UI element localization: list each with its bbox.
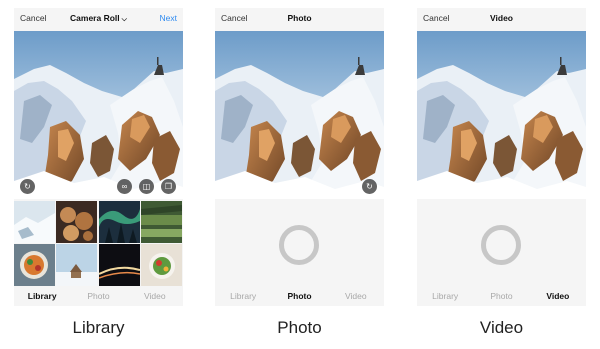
thumbnail-food-bowl[interactable] xyxy=(14,244,55,286)
thumbnail-aurora-night[interactable] xyxy=(98,201,140,243)
video-screen: Cancel Video Library Photo Video xyxy=(417,8,586,306)
mode-tabs: Library Photo Video xyxy=(215,288,384,306)
photo-screen: Cancel Photo ↻ Library Photo Video xyxy=(215,8,384,306)
record-button[interactable] xyxy=(481,225,521,265)
capture-area xyxy=(215,199,384,287)
mode-tabs: Library Photo Video xyxy=(14,288,183,306)
rotate-icon[interactable]: ↻ xyxy=(20,179,35,194)
camera-viewfinder: ↻ xyxy=(215,31,384,199)
tab-library[interactable]: Library xyxy=(417,288,473,306)
caption-photo: Photo xyxy=(277,318,322,337)
tab-photo[interactable]: Photo xyxy=(70,288,126,306)
mountain-photo xyxy=(417,31,586,199)
chevron-down-icon: ⌵ xyxy=(121,16,127,23)
tab-library[interactable]: Library xyxy=(14,288,70,306)
thumbnail-light-trails[interactable] xyxy=(98,244,140,286)
caption-video: Video xyxy=(479,318,524,337)
capture-area xyxy=(417,199,586,287)
photo-grid xyxy=(14,201,183,287)
thumbnail-snowy-landscape[interactable] xyxy=(14,201,55,243)
tab-library[interactable]: Library xyxy=(215,288,271,306)
caption-library: Library xyxy=(72,318,125,337)
top-bar: Cancel Video xyxy=(417,8,586,30)
tab-video[interactable]: Video xyxy=(530,288,586,306)
album-selector[interactable]: Camera Roll ⌵ xyxy=(14,13,183,24)
top-bar: Cancel Camera Roll ⌵ Next xyxy=(14,8,183,30)
thumbnail-cookies[interactable] xyxy=(56,201,98,243)
thumbnail-winter-hut[interactable] xyxy=(56,244,98,286)
mountain-photo xyxy=(14,31,183,199)
next-button[interactable]: Next xyxy=(160,13,177,23)
mountain-photo xyxy=(215,31,384,199)
album-title: Camera Roll xyxy=(70,13,120,23)
tab-video[interactable]: Video xyxy=(127,288,183,306)
screen-title: Photo xyxy=(287,13,312,23)
infinity-icon[interactable]: ∞ xyxy=(117,179,132,194)
shutter-button[interactable] xyxy=(279,225,319,265)
multi-select-icon[interactable]: ❐ xyxy=(161,179,176,194)
tab-photo[interactable]: Photo xyxy=(271,288,327,306)
thumbnail-green-field[interactable] xyxy=(140,201,182,243)
screen-title: Video xyxy=(490,13,513,23)
tab-video[interactable]: Video xyxy=(328,288,384,306)
camera-viewfinder xyxy=(417,31,586,199)
mode-tabs: Library Photo Video xyxy=(417,288,586,306)
top-bar: Cancel Photo xyxy=(215,8,384,30)
flip-camera-icon[interactable]: ↻ xyxy=(362,179,377,194)
library-screen: Cancel Camera Roll ⌵ Next ↻ ∞ ◫ ❐ Librar… xyxy=(14,8,183,306)
layout-icon[interactable]: ◫ xyxy=(139,179,154,194)
thumbnail-salad-plate[interactable] xyxy=(140,244,182,286)
tab-photo[interactable]: Photo xyxy=(473,288,529,306)
selected-photo-preview: ↻ ∞ ◫ ❐ xyxy=(14,31,183,199)
